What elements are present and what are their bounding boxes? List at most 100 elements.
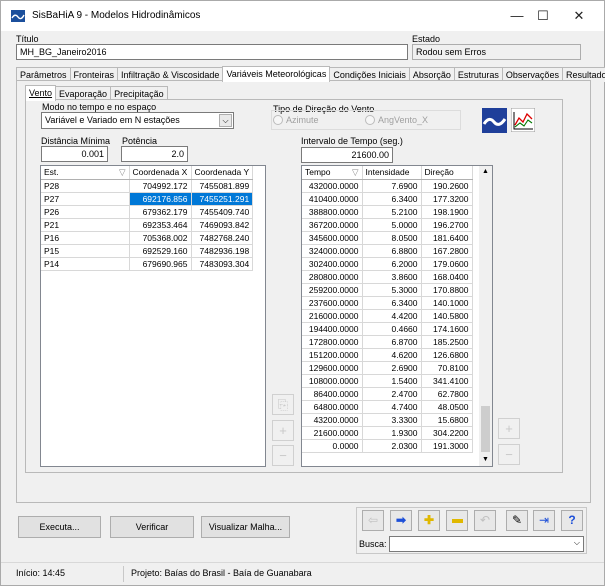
tempo-cell[interactable]: 324000.0000: [302, 244, 363, 258]
close-button[interactable]: ✕: [562, 1, 596, 31]
table-row[interactable]: 324000.0000 6.8800 167.2800: [302, 244, 473, 258]
tempo-cell[interactable]: 172800.0000: [302, 335, 363, 349]
intensidade-cell[interactable]: 2.6900: [362, 361, 422, 375]
tempo-cell[interactable]: 302400.0000: [302, 257, 363, 271]
station-name-cell[interactable]: P15: [41, 244, 130, 258]
azimute-radio[interactable]: [273, 115, 283, 125]
titulo-input[interactable]: MH_BG_Janeiro2016: [16, 44, 408, 60]
direcao-cell[interactable]: 170.8800: [421, 283, 473, 297]
table-row[interactable]: 0.0000 2.0300 191.3000: [302, 439, 473, 453]
table-row[interactable]: 64800.0000 4.7400 48.0500: [302, 400, 473, 414]
stations-grid[interactable]: Est. ▽ Coordenada X Coordenada Y P28 70499…: [40, 165, 266, 467]
direcao-cell[interactable]: 140.1000: [421, 296, 473, 310]
remove-row-icon[interactable]: −: [272, 445, 294, 466]
table-row[interactable]: 345600.0000 8.0500 181.6400: [302, 231, 473, 245]
tempo-cell[interactable]: 0.0000: [302, 439, 363, 453]
tempo-cell[interactable]: 108000.0000: [302, 374, 363, 388]
direcao-cell[interactable]: 168.0400: [421, 270, 473, 284]
intensidade-cell[interactable]: 4.7400: [362, 400, 422, 414]
coord-x-cell[interactable]: 679690.965: [129, 257, 192, 271]
direcao-cell[interactable]: 196.2700: [421, 218, 473, 232]
table-row[interactable]: 172800.0000 6.8700 185.2500: [302, 335, 473, 349]
table-row[interactable]: 388800.0000 5.2100 198.1900: [302, 205, 473, 219]
chart-icon[interactable]: [511, 108, 535, 132]
direcao-cell[interactable]: 179.0600: [421, 257, 473, 271]
minus-icon[interactable]: [446, 510, 468, 531]
tempo-cell[interactable]: 86400.0000: [302, 387, 363, 401]
scroll-down-icon[interactable]: ▼: [479, 454, 492, 466]
table-row[interactable]: 237600.0000 6.3400 140.1000: [302, 296, 473, 310]
col-header-intensidade[interactable]: Intensidade: [362, 166, 422, 180]
direcao-cell[interactable]: 304.2200: [421, 426, 473, 440]
modo-select[interactable]: Variável e Variado em N estações ⌵: [41, 112, 234, 129]
series-grid[interactable]: Tempo ▽ Intensidade Direção 432000.0000 7.…: [301, 165, 493, 467]
station-name-cell[interactable]: P16: [41, 231, 130, 245]
intensidade-cell[interactable]: 2.4700: [362, 387, 422, 401]
tempo-cell[interactable]: 388800.0000: [302, 205, 363, 219]
tempo-cell[interactable]: 432000.0000: [302, 179, 363, 193]
col-header-est[interactable]: Est. ▽: [41, 166, 130, 180]
table-row[interactable]: 151200.0000 4.6200 126.6800: [302, 348, 473, 362]
coord-y-cell[interactable]: 7469093.842: [191, 218, 254, 232]
tempo-cell[interactable]: 280800.0000: [302, 270, 363, 284]
col-header-direcao[interactable]: Direção: [421, 166, 473, 180]
coord-y-cell[interactable]: 7483093.304: [191, 257, 254, 271]
coord-x-cell[interactable]: 692353.464: [129, 218, 192, 232]
intensidade-cell[interactable]: 4.4200: [362, 309, 422, 323]
table-row[interactable]: 43200.0000 3.3300 15.6800: [302, 413, 473, 427]
intensidade-cell[interactable]: 6.3400: [362, 296, 422, 310]
direcao-cell[interactable]: 174.1600: [421, 322, 473, 336]
direcao-cell[interactable]: 185.2500: [421, 335, 473, 349]
busca-input[interactable]: ⌵: [389, 536, 584, 552]
table-row[interactable]: 21600.0000 1.9300 304.2200: [302, 426, 473, 440]
verificar-button[interactable]: Verificar: [110, 516, 194, 538]
tempo-cell[interactable]: 259200.0000: [302, 283, 363, 297]
coord-x-cell[interactable]: 705368.002: [129, 231, 192, 245]
direcao-cell[interactable]: 167.2800: [421, 244, 473, 258]
intensidade-cell[interactable]: 2.0300: [362, 439, 422, 453]
tempo-cell[interactable]: 216000.0000: [302, 309, 363, 323]
intensidade-cell[interactable]: 1.5400: [362, 374, 422, 388]
chevron-down-icon[interactable]: ⌵: [574, 538, 580, 548]
table-row[interactable]: 86400.0000 2.4700 62.7800: [302, 387, 473, 401]
direcao-cell[interactable]: 198.1900: [421, 205, 473, 219]
tempo-cell[interactable]: 410400.0000: [302, 192, 363, 206]
undo-icon[interactable]: ↶: [474, 510, 496, 531]
direcao-cell[interactable]: 181.6400: [421, 231, 473, 245]
coord-x-cell[interactable]: 679362.179: [129, 205, 192, 219]
tempo-cell[interactable]: 151200.0000: [302, 348, 363, 362]
table-row[interactable]: 108000.0000 1.5400 341.4100: [302, 374, 473, 388]
coord-y-cell[interactable]: 7455251.291: [191, 192, 254, 206]
tempo-cell[interactable]: 21600.0000: [302, 426, 363, 440]
add-row-icon[interactable]: +: [272, 420, 294, 441]
intensidade-cell[interactable]: 4.6200: [362, 348, 422, 362]
intensidade-cell[interactable]: 8.0500: [362, 231, 422, 245]
table-row[interactable]: 194400.0000 0.4660 174.1600: [302, 322, 473, 336]
table-row[interactable]: 367200.0000 5.0000 196.2700: [302, 218, 473, 232]
station-name-cell[interactable]: P27: [41, 192, 130, 206]
direcao-cell[interactable]: 15.6800: [421, 413, 473, 427]
direcao-cell[interactable]: 62.7800: [421, 387, 473, 401]
station-name-cell[interactable]: P14: [41, 257, 130, 271]
table-row[interactable]: 280800.0000 3.8600 168.0400: [302, 270, 473, 284]
table-row[interactable]: 129600.0000 2.6900 70.8100: [302, 361, 473, 375]
intensidade-cell[interactable]: 3.8600: [362, 270, 422, 284]
col-header-tempo[interactable]: Tempo ▽: [302, 166, 363, 180]
remove-series-row-icon[interactable]: −: [498, 444, 520, 465]
table-row[interactable]: 410400.0000 6.3400 177.3200: [302, 192, 473, 206]
intensidade-cell[interactable]: 1.9300: [362, 426, 422, 440]
station-name-cell[interactable]: P28: [41, 179, 130, 193]
intensidade-cell[interactable]: 5.0000: [362, 218, 422, 232]
help-icon[interactable]: ?: [561, 510, 583, 531]
scroll-thumb[interactable]: [481, 406, 490, 452]
direcao-cell[interactable]: 177.3200: [421, 192, 473, 206]
exit-door-icon[interactable]: ⇥: [533, 510, 555, 531]
wave-icon[interactable]: [482, 108, 507, 133]
station-name-cell[interactable]: P21: [41, 218, 130, 232]
intensidade-cell[interactable]: 5.3000: [362, 283, 422, 297]
intensidade-cell[interactable]: 0.4660: [362, 322, 422, 336]
table-row[interactable]: P16 705368.002 7482768.240: [41, 231, 254, 245]
intensidade-cell[interactable]: 6.8800: [362, 244, 422, 258]
coord-y-cell[interactable]: 7482936.198: [191, 244, 254, 258]
forward-arrow-icon[interactable]: ➡: [390, 510, 412, 531]
